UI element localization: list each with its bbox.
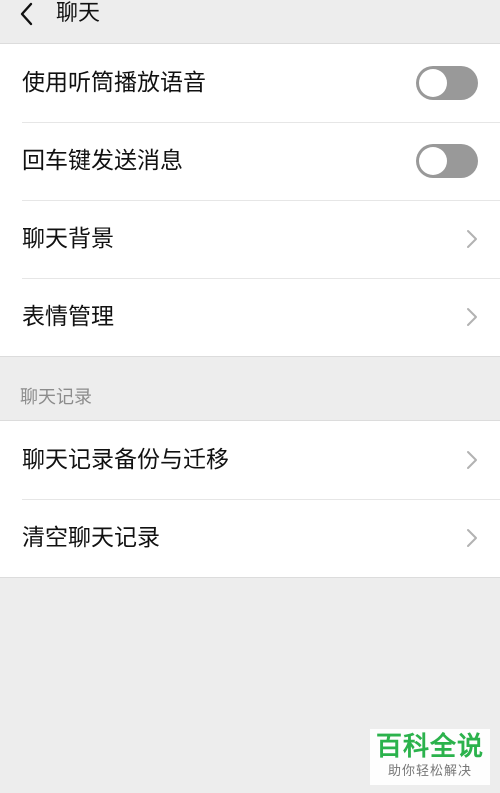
earpiece-toggle[interactable] <box>416 66 478 100</box>
setting-row-clear-history[interactable]: 清空聊天记录 <box>0 499 500 577</box>
row-label: 清空聊天记录 <box>22 525 160 551</box>
toggle-knob <box>419 147 447 175</box>
row-label: 聊天记录备份与迁移 <box>22 447 229 473</box>
setting-row-sticker-management[interactable]: 表情管理 <box>0 278 500 356</box>
page-title: 聊天 <box>56 1 101 26</box>
chevron-right-icon <box>466 526 478 550</box>
row-label: 表情管理 <box>22 304 114 330</box>
section-header-chat-history: 聊天记录 <box>0 357 500 421</box>
watermark-sub: 助你轻松解决 <box>387 764 472 779</box>
settings-group: 使用听筒播放语音 回车键发送消息 聊天背景 表情管理 <box>0 44 500 357</box>
row-label: 使用听筒播放语音 <box>22 70 206 96</box>
watermark-logo: 百科全说 助你轻松解决 <box>370 729 490 785</box>
toggle-knob <box>419 69 447 97</box>
chevron-right-icon <box>466 227 478 251</box>
chevron-right-icon <box>466 305 478 329</box>
setting-row-chat-background[interactable]: 聊天背景 <box>0 200 500 278</box>
setting-row-enter-send[interactable]: 回车键发送消息 <box>0 122 500 200</box>
nav-header: 聊天 <box>0 0 500 44</box>
row-label: 回车键发送消息 <box>22 148 183 174</box>
chevron-right-icon <box>466 448 478 472</box>
setting-row-earpiece[interactable]: 使用听筒播放语音 <box>0 44 500 122</box>
history-group: 聊天记录备份与迁移 清空聊天记录 <box>0 421 500 578</box>
watermark-main: 百科全说 <box>375 732 484 762</box>
section-title: 聊天记录 <box>20 387 92 408</box>
chevron-left-icon[interactable] <box>16 0 38 28</box>
setting-row-backup-migrate[interactable]: 聊天记录备份与迁移 <box>0 421 500 499</box>
enter-send-toggle[interactable] <box>416 144 478 178</box>
row-label: 聊天背景 <box>22 226 114 252</box>
